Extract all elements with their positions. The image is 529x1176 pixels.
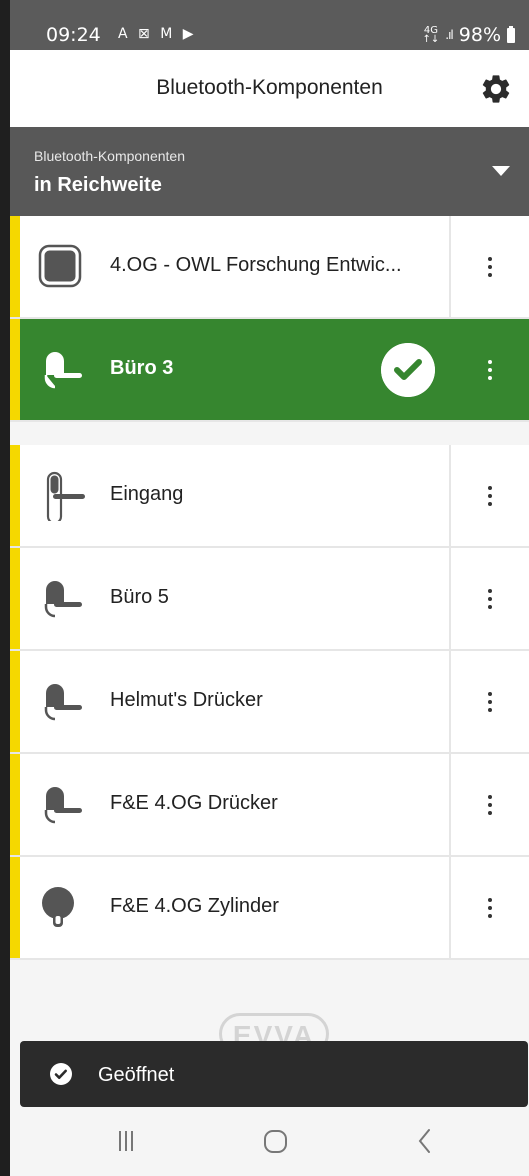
door-handle-icon — [44, 684, 82, 721]
snackbar-message: Geöffnet — [98, 1064, 175, 1086]
more-dot — [488, 264, 492, 269]
caret-down-icon — [492, 166, 510, 176]
component-row[interactable]: 4.OG - OWL Forschung Entwic... — [10, 216, 529, 319]
component-name: Büro 3 — [110, 357, 174, 379]
component-list-group-1: 4.OG - OWL Forschung Entwic... Büro 3 — [10, 216, 529, 422]
component-list-group-2: Eingang Büro 5 Helmut's Drücker F&E 4.OG… — [10, 445, 529, 960]
more-options-button[interactable] — [451, 319, 529, 420]
more-dot — [488, 691, 492, 696]
more-dot — [488, 707, 492, 712]
more-dot — [488, 493, 492, 498]
more-dot — [488, 913, 492, 918]
component-name: F&E 4.OG Drücker — [110, 792, 278, 814]
system-nav-bar — [10, 1107, 529, 1176]
battery-icon — [507, 25, 515, 43]
more-dot — [488, 905, 492, 910]
status-time: 09:24 — [46, 24, 101, 46]
filter-label: Bluetooth-Komponenten — [34, 148, 185, 164]
network-type-icon: 4G ↑↓ — [422, 25, 440, 45]
component-row[interactable]: Büro 5 — [10, 548, 529, 651]
component-row-active[interactable]: Büro 3 — [10, 319, 529, 422]
component-main[interactable]: Büro 5 — [10, 548, 451, 649]
back-button[interactable] — [384, 1107, 464, 1176]
more-dot — [488, 367, 492, 372]
snackbar: Geöffnet — [20, 1041, 528, 1107]
square-reader-icon — [38, 244, 82, 288]
more-options-button[interactable] — [451, 445, 529, 546]
more-options-button[interactable] — [451, 651, 529, 752]
component-row[interactable]: F&E 4.OG Zylinder — [10, 857, 529, 960]
component-row[interactable]: Eingang — [10, 445, 529, 548]
cylinder-icon — [42, 887, 74, 927]
component-name: Helmut's Drücker — [110, 689, 263, 711]
more-dot — [488, 794, 492, 799]
more-dot — [488, 256, 492, 261]
more-dot — [488, 802, 492, 807]
range-filter-dropdown[interactable]: Bluetooth-Komponenten in Reichweite — [10, 127, 529, 216]
component-row[interactable]: F&E 4.OG Drücker — [10, 754, 529, 857]
check-circle-icon — [381, 343, 435, 397]
more-dot — [488, 272, 492, 277]
component-main[interactable]: Eingang — [10, 445, 451, 546]
screen-frame-edge — [0, 0, 10, 1176]
app-bar: Bluetooth-Komponenten — [10, 50, 529, 127]
component-name: F&E 4.OG Zylinder — [110, 895, 279, 917]
more-options-button[interactable] — [451, 548, 529, 649]
more-dot — [488, 359, 492, 364]
filter-value: in Reichweite — [34, 174, 162, 196]
more-dot — [488, 588, 492, 593]
component-main[interactable]: F&E 4.OG Drücker — [10, 754, 451, 855]
gear-icon[interactable] — [479, 72, 513, 106]
door-handle-icon — [44, 352, 82, 389]
battery-percent: 98% — [458, 24, 501, 46]
component-row[interactable]: Helmut's Drücker — [10, 651, 529, 754]
notification-icons: A ⊠ M ▶ — [118, 26, 197, 42]
component-name: Eingang — [110, 483, 184, 505]
more-dot — [488, 604, 492, 609]
component-name: 4.OG - OWL Forschung Entwic... — [110, 254, 402, 276]
more-options-button[interactable] — [451, 754, 529, 855]
status-right: 4G ↑↓ .ıl 98% — [423, 24, 515, 46]
more-dot — [488, 485, 492, 490]
home-button[interactable] — [235, 1107, 315, 1176]
page-title: Bluetooth-Komponenten — [156, 76, 383, 99]
signal-icon: .ıl — [445, 28, 454, 42]
component-main[interactable]: F&E 4.OG Zylinder — [10, 857, 451, 958]
more-dot — [488, 810, 492, 815]
more-dot — [488, 897, 492, 902]
more-options-button[interactable] — [451, 857, 529, 958]
door-handle-icon — [44, 581, 82, 618]
recents-button[interactable] — [86, 1107, 166, 1176]
more-dot — [488, 699, 492, 704]
more-dot — [488, 596, 492, 601]
more-dot — [488, 375, 492, 380]
status-bar: 09:24 A ⊠ M ▶ 4G ↑↓ .ıl 98% — [10, 0, 529, 50]
long-plate-handle-icon — [46, 471, 85, 521]
door-handle-icon — [44, 787, 82, 824]
check-circle-icon — [50, 1063, 72, 1085]
more-dot — [488, 501, 492, 506]
component-main[interactable]: 4.OG - OWL Forschung Entwic... — [10, 216, 451, 317]
more-options-button[interactable] — [451, 216, 529, 317]
component-main[interactable]: Helmut's Drücker — [10, 651, 451, 752]
component-main[interactable]: Büro 3 — [10, 319, 451, 420]
component-name: Büro 5 — [110, 586, 169, 608]
